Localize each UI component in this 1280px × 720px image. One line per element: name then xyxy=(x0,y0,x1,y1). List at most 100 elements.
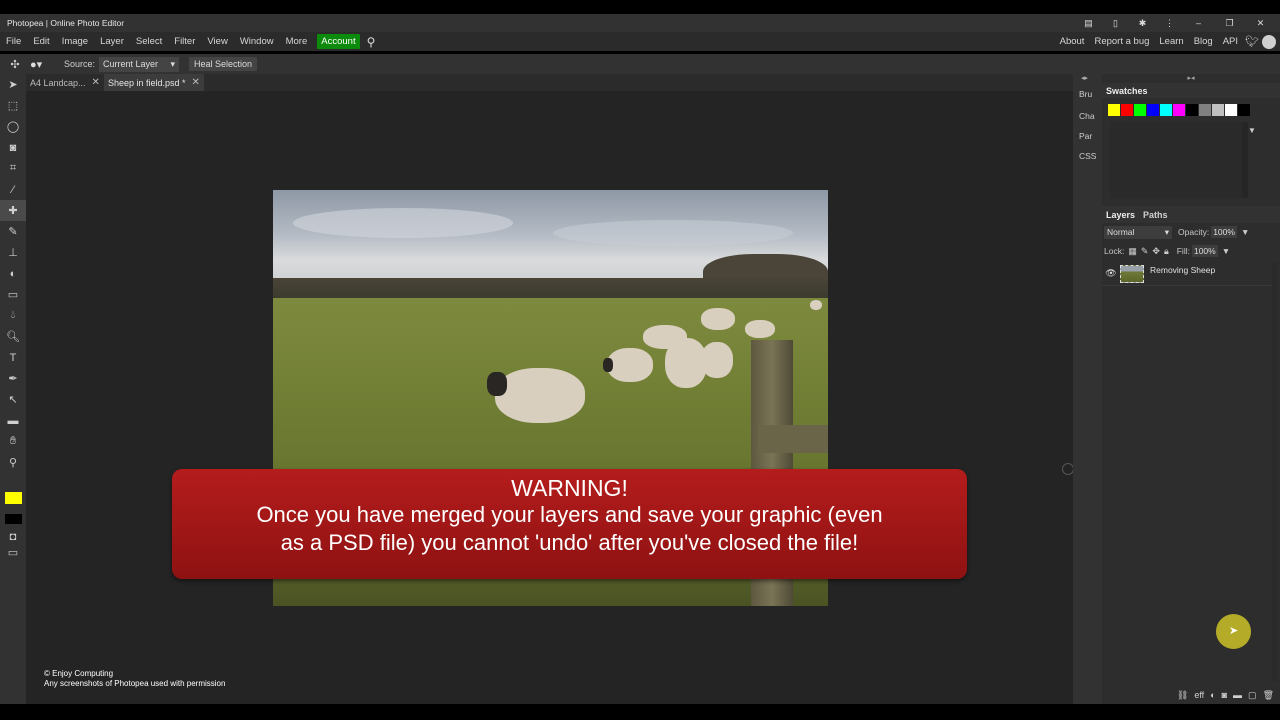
source-select[interactable]: Current Layer ▾ xyxy=(99,56,180,72)
menu-file[interactable]: File xyxy=(0,32,27,51)
marquee-tool-icon[interactable]: ⬚ xyxy=(0,95,26,116)
lock-position-icon[interactable]: ✥ xyxy=(1152,246,1160,257)
facebook-icon[interactable] xyxy=(1262,34,1276,49)
expand-arrows-icon[interactable]: ◂▸ xyxy=(1073,74,1102,84)
menu-edit[interactable]: Edit xyxy=(27,32,55,51)
eraser-tool-icon[interactable]: ◐ xyxy=(0,263,26,284)
trash-icon[interactable]: 🗑︎ xyxy=(1263,690,1274,701)
move-tool-icon[interactable]: ➤ xyxy=(0,74,26,95)
opacity-dropdown-icon[interactable]: ▼ xyxy=(1241,227,1249,237)
side-tab-paragraph[interactable]: Par xyxy=(1073,126,1102,146)
dodge-tool-icon[interactable]: 🔍︎ xyxy=(0,326,26,347)
collapsed-panels-column: ◂▸ Bru Cha Par CSS xyxy=(1073,74,1102,704)
warning-banner: WARNING! Once you have merged your layer… xyxy=(172,469,967,579)
brush-size-picker[interactable]: ●▾ xyxy=(30,58,52,71)
menu-view[interactable]: View xyxy=(201,32,233,51)
swatch-yellow[interactable] xyxy=(1108,104,1120,116)
lock-transparency-icon[interactable]: ▦ xyxy=(1128,246,1137,257)
tab-sheep-in-field[interactable]: Sheep in field.psd * ✕ xyxy=(103,74,204,91)
quick-select-tool-icon[interactable]: ◙ xyxy=(0,137,26,158)
swatch-light-gray[interactable] xyxy=(1212,104,1224,116)
background-color-swatch[interactable] xyxy=(5,514,22,524)
zoom-tool-icon[interactable]: ⚲ xyxy=(0,452,26,473)
account-button[interactable]: Account xyxy=(317,34,360,49)
screen-mode-icon[interactable]: ▭ xyxy=(0,542,26,563)
tab-a4-landscape[interactable]: A4 Landcap... ✕ xyxy=(26,74,104,91)
path-select-tool-icon[interactable]: ↖ xyxy=(0,389,26,410)
crop-tool-icon[interactable]: ⌗ xyxy=(0,158,26,179)
swatch-blue[interactable] xyxy=(1147,104,1159,116)
gradient-tool-icon[interactable]: ▭ xyxy=(0,284,26,305)
fill-dropdown-icon[interactable]: ▼ xyxy=(1222,246,1230,256)
lock-all-icon[interactable]: 🔒︎ xyxy=(1164,246,1169,257)
search-icon[interactable]: ⚲ xyxy=(367,35,376,49)
swatch-black-2[interactable] xyxy=(1238,104,1250,116)
swatch-green[interactable] xyxy=(1134,104,1146,116)
swatch-cyan[interactable] xyxy=(1160,104,1172,116)
restore-icon[interactable]: ❐ xyxy=(1214,18,1245,29)
side-tab-css[interactable]: CSS xyxy=(1073,146,1102,166)
layers-scrollbar[interactable] xyxy=(1272,262,1278,682)
link-api[interactable]: API xyxy=(1218,36,1243,47)
fence-rail xyxy=(758,425,828,453)
tab-paths[interactable]: Paths xyxy=(1139,210,1172,220)
opacity-input[interactable]: 100% xyxy=(1211,226,1237,238)
more-vertical-icon[interactable]: ⋮ xyxy=(1156,18,1183,29)
link-learn[interactable]: Learn xyxy=(1154,36,1188,47)
healing-brush-tool-icon[interactable]: ✚ xyxy=(0,200,26,221)
close-tab-icon[interactable]: ✕ xyxy=(192,77,200,88)
minimize-icon[interactable]: – xyxy=(1183,18,1214,28)
menu-filter[interactable]: Filter xyxy=(168,32,201,51)
twitter-icon[interactable]: 🐦︎ xyxy=(1245,35,1259,48)
chevron-down-icon: ▾ xyxy=(170,58,176,69)
tab-swatches[interactable]: Swatches xyxy=(1102,86,1152,96)
layer-row[interactable]: 👁︎ Removing Sheep xyxy=(1102,262,1274,286)
menu-layer[interactable]: Layer xyxy=(94,32,130,51)
link-about[interactable]: About xyxy=(1055,36,1090,47)
foreground-color-swatch[interactable] xyxy=(5,492,22,504)
new-layer-icon[interactable]: ▢ xyxy=(1248,690,1257,701)
clipboard-icon[interactable]: ▤ xyxy=(1075,18,1102,29)
hand-tool-icon[interactable]: ✋︎ xyxy=(0,431,26,452)
menu-image[interactable]: Image xyxy=(56,32,94,51)
swatches-menu-icon[interactable]: ▼ xyxy=(1248,126,1256,135)
heal-selection-button[interactable]: Heal Selection xyxy=(189,57,258,71)
swatches-header: Swatches xyxy=(1102,83,1280,98)
blur-tool-icon[interactable]: 💧︎ xyxy=(0,305,26,326)
adjustment-layer-icon[interactable]: ◐ xyxy=(1210,690,1215,700)
page-icon[interactable]: ▯ xyxy=(1102,18,1129,29)
lock-pixels-icon[interactable]: ✎ xyxy=(1141,246,1149,257)
layer-mask-icon[interactable]: ◙ xyxy=(1222,690,1227,700)
menu-more[interactable]: More xyxy=(280,32,314,51)
clone-stamp-tool-icon[interactable]: ⊥ xyxy=(0,242,26,263)
menu-window[interactable]: Window xyxy=(234,32,280,51)
layer-effects-icon[interactable]: eff xyxy=(1194,690,1204,700)
side-tab-brushes[interactable]: Bru xyxy=(1073,84,1102,104)
type-tool-icon[interactable]: T xyxy=(0,347,26,368)
swatch-magenta[interactable] xyxy=(1173,104,1185,116)
link-layers-icon[interactable]: ⛓ xyxy=(1177,690,1188,701)
extension-icon[interactable]: ✱ xyxy=(1129,18,1156,29)
fill-input[interactable]: 100% xyxy=(1191,245,1218,257)
side-tab-character[interactable]: Cha xyxy=(1073,106,1102,126)
opacity-label: Opacity: xyxy=(1178,227,1210,237)
eye-icon[interactable]: 👁︎ xyxy=(1102,268,1120,279)
link-report-bug[interactable]: Report a bug xyxy=(1089,36,1154,47)
swatch-black[interactable] xyxy=(1186,104,1198,116)
swatch-gray[interactable] xyxy=(1199,104,1211,116)
eyedropper-tool-icon[interactable]: ⁄ xyxy=(0,179,26,200)
shape-tool-icon[interactable]: ▬ xyxy=(0,410,26,431)
new-folder-icon[interactable]: ▬ xyxy=(1233,690,1242,700)
brush-tool-icon[interactable]: ✎ xyxy=(0,221,26,242)
close-icon[interactable]: ✕ xyxy=(1245,18,1276,29)
swatch-red[interactable] xyxy=(1121,104,1133,116)
lasso-tool-icon[interactable]: ◯ xyxy=(0,116,26,137)
link-blog[interactable]: Blog xyxy=(1189,36,1218,47)
close-tab-icon[interactable]: ✕ xyxy=(92,77,100,88)
swatch-white[interactable] xyxy=(1225,104,1237,116)
collapse-arrows-icon[interactable]: ▸◂ xyxy=(1102,74,1280,83)
tab-layers[interactable]: Layers xyxy=(1102,210,1139,220)
pen-tool-icon[interactable]: ✒ xyxy=(0,368,26,389)
blend-mode-select[interactable]: Normal ▾ xyxy=(1104,225,1172,239)
menu-select[interactable]: Select xyxy=(130,32,168,51)
